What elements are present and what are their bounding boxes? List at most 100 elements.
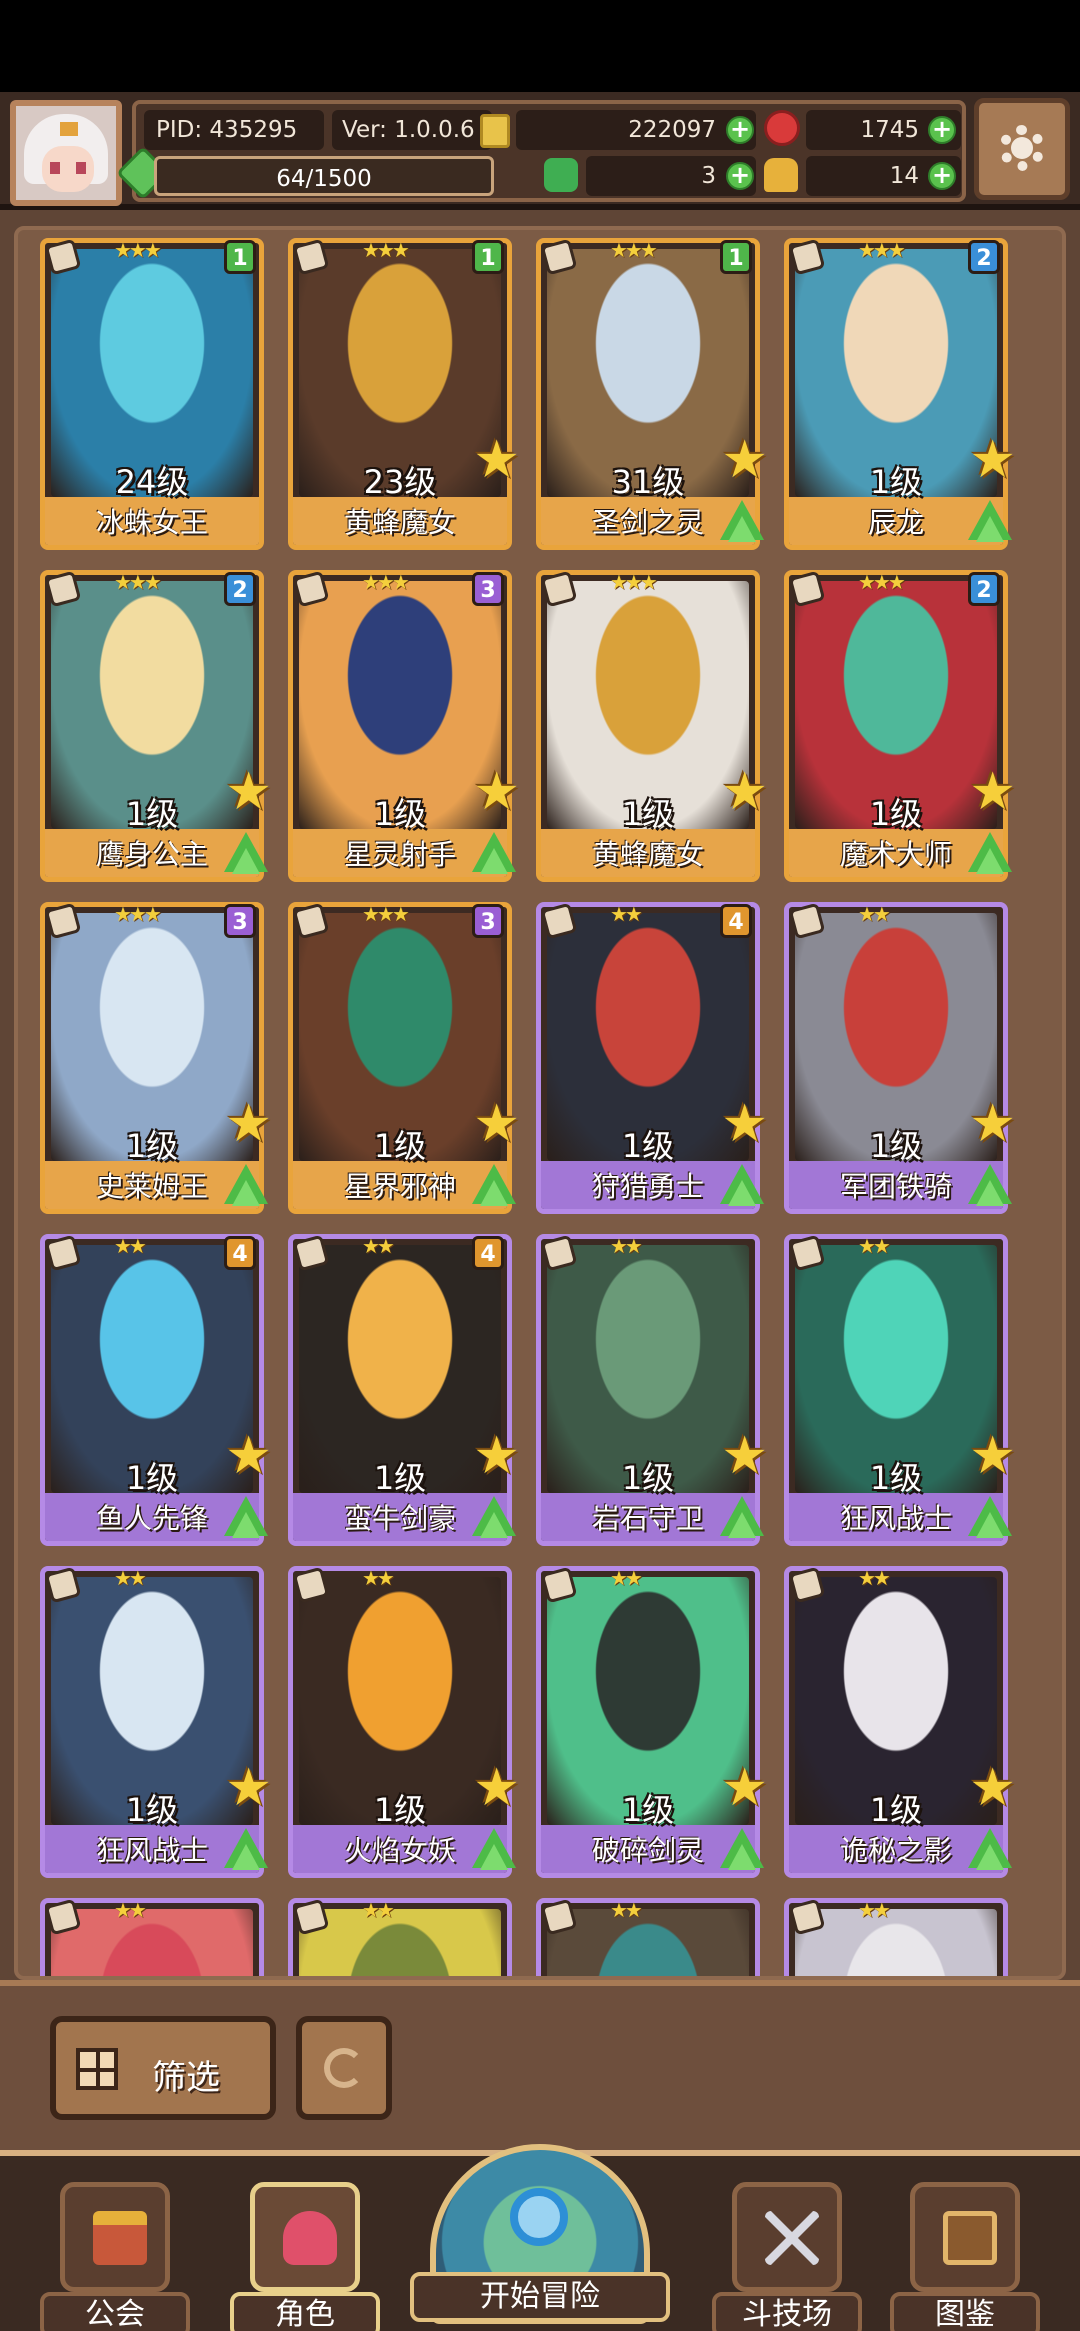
level-up-arrow-icon [472,1496,516,1538]
nav-arena[interactable]: 斗技场 [712,2182,862,2331]
refresh-icon [324,2048,364,2088]
character-card[interactable]: 1级 鱼人先锋 ★★ 4 ★ [40,1234,272,1554]
character-card[interactable]: 31级 圣剑之灵 ★★★ 1 ★ [536,238,768,558]
level-up-arrow-icon [472,1164,516,1206]
grid-icon [76,2048,118,2090]
crossed-swords-icon [732,2182,842,2292]
level-up-arrow-icon [720,500,764,542]
start-adventure-button[interactable]: 开始冒险 [410,2144,670,2331]
class-badge: 4 [720,904,752,938]
nav-character[interactable]: 角色 [230,2182,380,2331]
character-face-icon [250,2182,360,2292]
character-card[interactable]: 1级 诡秘之影 ★★ ★ [784,1566,1016,1886]
character-card[interactable]: 1级 军团铁骑 ★★ ★ [784,902,1016,1222]
rarity-stars: ★★★ [858,570,906,594]
star-upgrade-icon: ★ [473,1758,520,1818]
character-name: 黄蜂魔女 [591,838,704,871]
character-name: 黄蜂魔女 [343,506,456,539]
rarity-stars: ★★ [610,902,643,926]
clover-icon [544,158,578,192]
character-card[interactable]: 1级 魔术大师 ★★★ 2 ★ [784,570,1016,890]
rarity-stars: ★★ [610,1898,643,1922]
character-card[interactable]: 1级 史莱姆王 ★★★ 3 ★ [40,902,272,1222]
rarity-stars: ★★★ [858,238,906,262]
level-up-arrow-icon [968,1164,1012,1206]
red-gem-icon [764,110,800,146]
character-card[interactable]: ★★ [784,1898,1016,1976]
rarity-stars: ★★★ [610,570,658,594]
start-adventure-label: 开始冒险 [410,2272,670,2322]
character-card[interactable]: ★★ [536,1898,768,1976]
level-up-arrow-icon [224,1828,268,1870]
top-bar: PID: 435295 Ver: 1.0.0.6 222097 + 1745 +… [0,92,1080,210]
rarity-stars: ★★ [858,902,891,926]
rarity-stars: ★★★ [114,238,162,262]
level-up-arrow-icon [224,1164,268,1206]
add-clover-plus-icon[interactable]: + [726,162,754,190]
reset-filter-button[interactable] [296,2016,392,2120]
character-card[interactable]: ★★ [288,1898,520,1976]
class-badge: 4 [472,1236,504,1270]
class-badge: 3 [472,904,504,938]
player-avatar[interactable] [10,100,122,206]
rarity-stars: ★★★ [114,902,162,926]
character-card[interactable]: 1级 狩猎勇士 ★★ 4 ★ [536,902,768,1222]
class-badge: 3 [224,904,256,938]
settings-button[interactable] [974,98,1070,200]
guild-house-icon [60,2182,170,2292]
filter-bar: 筛选 [0,1980,1080,2150]
character-card[interactable]: 1级 黄蜂魔女 ★★★ ★ [536,570,768,890]
add-bag-plus-icon[interactable]: + [928,162,956,190]
character-portrait [547,1909,749,1976]
gear-icon-center [1011,137,1033,159]
nav-guild-label: 公会 [40,2292,190,2331]
character-card[interactable]: 1级 蛮牛剑豪 ★★ 4 ★ [288,1234,520,1554]
game-version: Ver: 1.0.0.6 [332,110,492,150]
nav-character-label: 角色 [230,2292,380,2331]
character-card[interactable]: 1级 狂风战士 ★★ ★ [784,1234,1016,1554]
rarity-stars: ★★ [362,1566,395,1590]
character-card[interactable]: 1级 星灵射手 ★★★ 3 ★ [288,570,520,890]
character-portrait [795,1909,997,1976]
character-card[interactable]: 1级 破碎剑灵 ★★ ★ [536,1566,768,1886]
character-grid[interactable]: 24级 冰蛛女王 ★★★ 1 23级 黄蜂魔女 ★★★ 1 ★ 31级 圣剑之灵 ★★★ 1 ★ 1级 辰龙 ★… [14,226,1066,1980]
star-upgrade-icon: ★ [721,1094,768,1154]
star-upgrade-icon: ★ [721,1426,768,1486]
magnifier-icon [510,2188,568,2246]
rarity-stars: ★★★ [114,570,162,594]
star-upgrade-icon: ★ [473,762,520,822]
nav-guild[interactable]: 公会 [40,2182,190,2331]
level-up-arrow-icon [224,1496,268,1538]
book-glyph [943,2211,997,2265]
add-gems-plus-icon[interactable]: + [928,116,956,144]
card-frame: 1级 黄蜂魔女 [536,570,760,882]
star-upgrade-icon: ★ [721,1758,768,1818]
character-level: 24级 [115,463,189,501]
add-gold-plus-icon[interactable]: + [726,116,754,144]
rarity-stars: ★★★ [610,238,658,262]
class-badge: 1 [720,240,752,274]
character-card[interactable]: 1级 星界邪神 ★★★ 3 ★ [288,902,520,1222]
character-card[interactable]: 1级 鹰身公主 ★★★ 2 ★ [40,570,272,890]
class-badge: 2 [224,572,256,606]
nav-codex[interactable]: 图鉴 [890,2182,1040,2331]
filter-button[interactable]: 筛选 [50,2016,276,2120]
character-card[interactable]: 24级 冰蛛女王 ★★★ 1 [40,238,272,558]
avatar-eye [76,162,86,174]
character-card[interactable]: 1级 火焰女妖 ★★ ★ [288,1566,520,1886]
card-frame: 23级 黄蜂魔女 [288,238,512,550]
gold-coin-icon [480,114,510,148]
star-upgrade-icon: ★ [225,1758,272,1818]
rarity-stars: ★★★ [362,238,410,262]
star-upgrade-icon: ★ [969,430,1016,490]
rarity-stars: ★★ [114,1898,147,1922]
rarity-stars: ★★ [114,1234,147,1258]
rarity-stars: ★★ [858,1566,891,1590]
character-card[interactable]: 1级 狂风战士 ★★ ★ [40,1566,272,1886]
character-card[interactable]: 1级 岩石守卫 ★★ ★ [536,1234,768,1554]
character-card[interactable]: 1级 辰龙 ★★★ 2 ★ [784,238,1016,558]
star-upgrade-icon: ★ [473,430,520,490]
character-card[interactable]: ★★ [40,1898,272,1976]
character-card[interactable]: 23级 黄蜂魔女 ★★★ 1 ★ [288,238,520,558]
character-portrait [299,1909,501,1976]
